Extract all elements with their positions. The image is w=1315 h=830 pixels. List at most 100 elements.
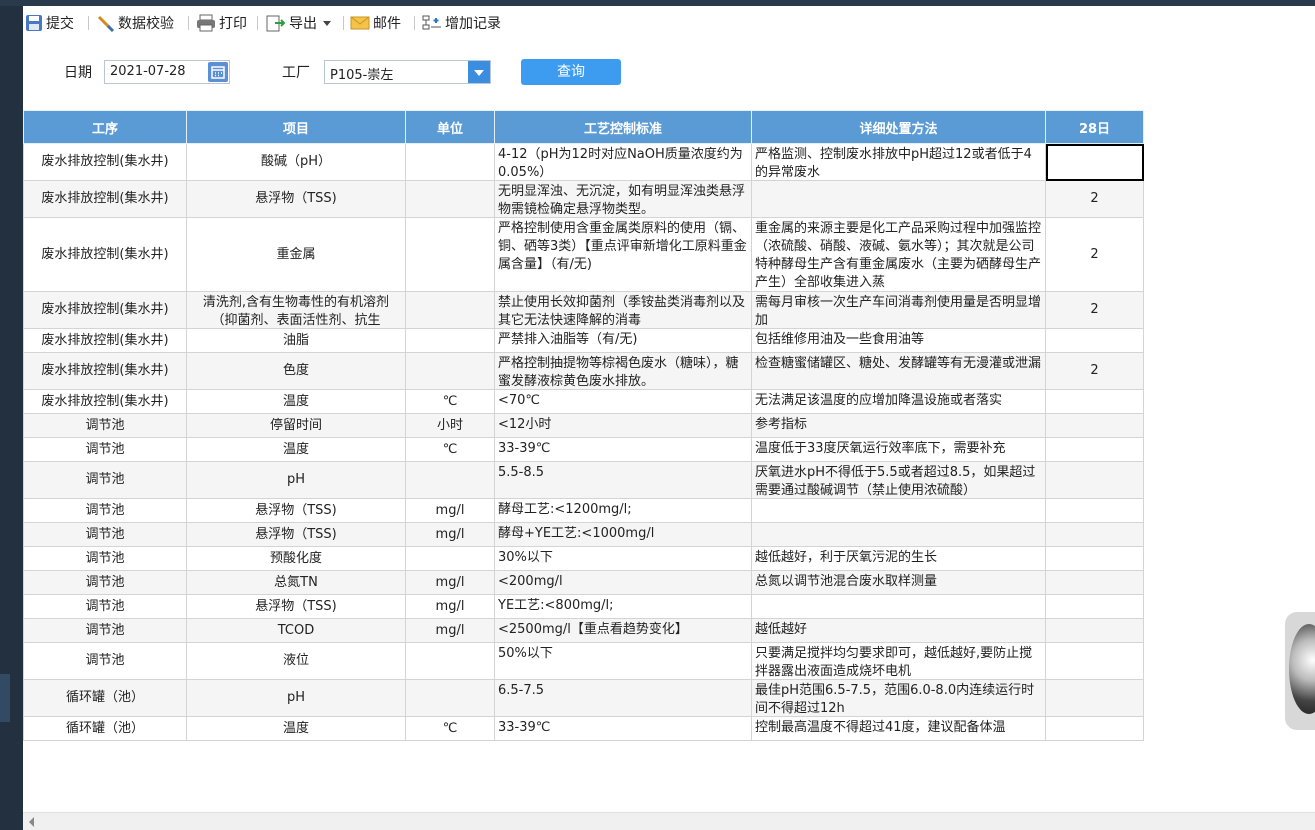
cell-method[interactable] bbox=[751, 594, 1046, 619]
print-button[interactable]: 打印 bbox=[196, 13, 247, 33]
cell-standard[interactable]: 6.5-7.5 bbox=[494, 679, 752, 717]
cell-method[interactable]: 厌氧进水pH不得低于5.5或者超过8.5，如果超过需要通过酸碱调节（禁止使用浓硫… bbox=[751, 461, 1046, 499]
cell-standard[interactable]: 33-39℃ bbox=[494, 437, 752, 462]
cell-standard[interactable]: 严格控制抽提物等棕褐色废水（糖味），糖蜜发酵液棕黄色废水排放。 bbox=[494, 352, 752, 390]
query-button[interactable]: 查询 bbox=[521, 59, 621, 85]
cell-standard[interactable]: 5.5-8.5 bbox=[494, 461, 752, 499]
cell-process[interactable]: 调节池 bbox=[23, 570, 187, 595]
cell-standard[interactable]: 4-12（pH为12时对应NaOH质量浓度约为0.05%） bbox=[494, 143, 752, 181]
cell-process[interactable]: 废水排放控制(集水井) bbox=[23, 217, 187, 292]
cell-unit[interactable] bbox=[405, 328, 495, 353]
cell-process[interactable]: 调节池 bbox=[23, 498, 187, 523]
cell-day-28[interactable] bbox=[1045, 716, 1144, 741]
cell-unit[interactable] bbox=[405, 461, 495, 499]
cell-method[interactable]: 重金属的来源主要是化工产品采购过程中加强监控（浓硫酸、硝酸、液碱、氨水等）；其次… bbox=[751, 217, 1046, 292]
cell-process[interactable]: 循环罐（池） bbox=[23, 679, 187, 717]
cell-item[interactable]: 总氮TN bbox=[186, 570, 406, 595]
horizontal-scrollbar[interactable] bbox=[23, 812, 1315, 830]
cell-method[interactable] bbox=[751, 180, 1046, 218]
cell-day-28[interactable] bbox=[1045, 679, 1144, 717]
col-header-standard[interactable]: 工艺控制标准 bbox=[494, 110, 752, 144]
col-header-day-28[interactable]: 28日 bbox=[1045, 110, 1144, 144]
cell-process[interactable]: 调节池 bbox=[23, 437, 187, 462]
cell-standard[interactable]: 33-39℃ bbox=[494, 716, 752, 741]
mail-button[interactable]: 邮件 bbox=[350, 13, 401, 33]
cell-method[interactable]: 越低越好 bbox=[751, 618, 1046, 643]
cell-item[interactable]: 温度 bbox=[186, 437, 406, 462]
cell-process[interactable]: 废水排放控制(集水井) bbox=[23, 328, 187, 353]
cell-method[interactable]: 控制最高温度不得超过41度，建议配备体温 bbox=[751, 716, 1046, 741]
cell-standard[interactable]: 严禁排入油脂等（有/无) bbox=[494, 328, 752, 353]
factory-select[interactable]: P105-崇左 bbox=[324, 60, 491, 84]
cell-process[interactable]: 调节池 bbox=[23, 642, 187, 680]
cell-unit[interactable] bbox=[405, 642, 495, 680]
cell-unit[interactable]: ℃ bbox=[405, 716, 495, 741]
cell-day-28[interactable] bbox=[1045, 461, 1144, 499]
cell-day-28[interactable] bbox=[1045, 437, 1144, 462]
cell-item[interactable]: pH bbox=[186, 461, 406, 499]
cell-method[interactable] bbox=[751, 498, 1046, 523]
dropdown-arrow-icon[interactable] bbox=[468, 61, 490, 83]
cell-method[interactable]: 总氮以调节池混合废水取样测量 bbox=[751, 570, 1046, 595]
cell-item[interactable]: 预酸化度 bbox=[186, 546, 406, 571]
cell-item[interactable]: 色度 bbox=[186, 352, 406, 390]
cell-day-28[interactable] bbox=[1045, 642, 1144, 680]
cell-item[interactable]: 温度 bbox=[186, 389, 406, 414]
cell-process[interactable]: 调节池 bbox=[23, 594, 187, 619]
cell-method[interactable]: 参考指标 bbox=[751, 413, 1046, 438]
cell-standard[interactable]: 禁止使用长效抑菌剂（季铵盐类消毒剂以及其它无法快速降解的消毒 bbox=[494, 291, 752, 329]
cell-method[interactable]: 检查糖蜜储罐区、糖处、发酵罐等有无漫灌或泄漏 bbox=[751, 352, 1046, 390]
cell-method[interactable] bbox=[751, 522, 1046, 547]
cell-item[interactable]: 悬浮物（TSS) bbox=[186, 594, 406, 619]
cell-unit[interactable] bbox=[405, 143, 495, 181]
col-header-unit[interactable]: 单位 bbox=[405, 110, 495, 144]
cell-process[interactable]: 循环罐（池） bbox=[23, 716, 187, 741]
cell-process[interactable]: 调节池 bbox=[23, 546, 187, 571]
cell-unit[interactable]: mg/l bbox=[405, 498, 495, 523]
cell-unit[interactable]: ℃ bbox=[405, 437, 495, 462]
cell-item[interactable]: 酸碱（pH） bbox=[186, 143, 406, 181]
cell-item[interactable]: 悬浮物（TSS) bbox=[186, 498, 406, 523]
cell-process[interactable]: 废水排放控制(集水井) bbox=[23, 180, 187, 218]
date-field[interactable]: 2021-07-28 bbox=[104, 60, 230, 84]
cell-standard[interactable]: 酵母+YE工艺:<1000mg/l bbox=[494, 522, 752, 547]
cell-standard[interactable]: <2500mg/l【重点看趋势变化】 bbox=[494, 618, 752, 643]
cell-item[interactable]: pH bbox=[186, 679, 406, 717]
cell-day-28[interactable] bbox=[1045, 413, 1144, 438]
cell-item[interactable]: 悬浮物（TSS) bbox=[186, 522, 406, 547]
cell-unit[interactable]: mg/l bbox=[405, 618, 495, 643]
cell-standard[interactable]: YE工艺:<800mg/l; bbox=[494, 594, 752, 619]
export-dropdown[interactable]: 导出 bbox=[266, 13, 331, 33]
cell-method[interactable]: 只要满足搅拌均匀要求即可，越低越好,要防止搅拌器露出液面造成烧坏电机 bbox=[751, 642, 1046, 680]
cell-process[interactable]: 调节池 bbox=[23, 522, 187, 547]
validate-button[interactable]: 数据校验 bbox=[97, 13, 174, 33]
cell-process[interactable]: 废水排放控制(集水井) bbox=[23, 389, 187, 414]
cell-method[interactable]: 最佳pH范围6.5-7.5，范围6.0-8.0内连续运行时间不得超过12h bbox=[751, 679, 1046, 717]
cell-standard[interactable]: <70℃ bbox=[494, 389, 752, 414]
cell-standard[interactable]: 酵母工艺:<1200mg/l; bbox=[494, 498, 752, 523]
cell-process[interactable]: 调节池 bbox=[23, 461, 187, 499]
cell-process[interactable]: 调节池 bbox=[23, 618, 187, 643]
cell-unit[interactable]: ℃ bbox=[405, 389, 495, 414]
submit-button[interactable]: 提交 bbox=[25, 13, 74, 33]
floating-avatar-widget[interactable] bbox=[1285, 612, 1315, 730]
cell-day-28[interactable]: 2 bbox=[1045, 291, 1144, 329]
cell-standard[interactable]: 30%以下 bbox=[494, 546, 752, 571]
cell-standard[interactable]: 无明显浑浊、无沉淀，如有明显浑浊类悬浮物需镜检确定悬浮物类型。 bbox=[494, 180, 752, 218]
cell-day-28[interactable] bbox=[1045, 570, 1144, 595]
cell-day-28[interactable] bbox=[1045, 594, 1144, 619]
cell-unit[interactable]: mg/l bbox=[405, 522, 495, 547]
cell-standard[interactable]: <12小时 bbox=[494, 413, 752, 438]
cell-item[interactable]: 重金属 bbox=[186, 217, 406, 292]
cell-unit[interactable] bbox=[405, 546, 495, 571]
cell-standard[interactable]: 严格控制使用含重金属类原料的使用（镉、铜、硒等3类）【重点评审新增化工原料重金属… bbox=[494, 217, 752, 292]
cell-item[interactable]: 温度 bbox=[186, 716, 406, 741]
cell-day-28[interactable] bbox=[1045, 618, 1144, 643]
cell-method[interactable]: 无法满足该温度的应增加降温设施或者落实 bbox=[751, 389, 1046, 414]
cell-item[interactable]: 停留时间 bbox=[186, 413, 406, 438]
cell-item[interactable]: TCOD bbox=[186, 618, 406, 643]
add-record-button[interactable]: 增加记录 bbox=[422, 13, 501, 33]
cell-unit[interactable] bbox=[405, 679, 495, 717]
cell-day-28[interactable]: 2 bbox=[1045, 217, 1144, 292]
cell-standard[interactable]: <200mg/l bbox=[494, 570, 752, 595]
